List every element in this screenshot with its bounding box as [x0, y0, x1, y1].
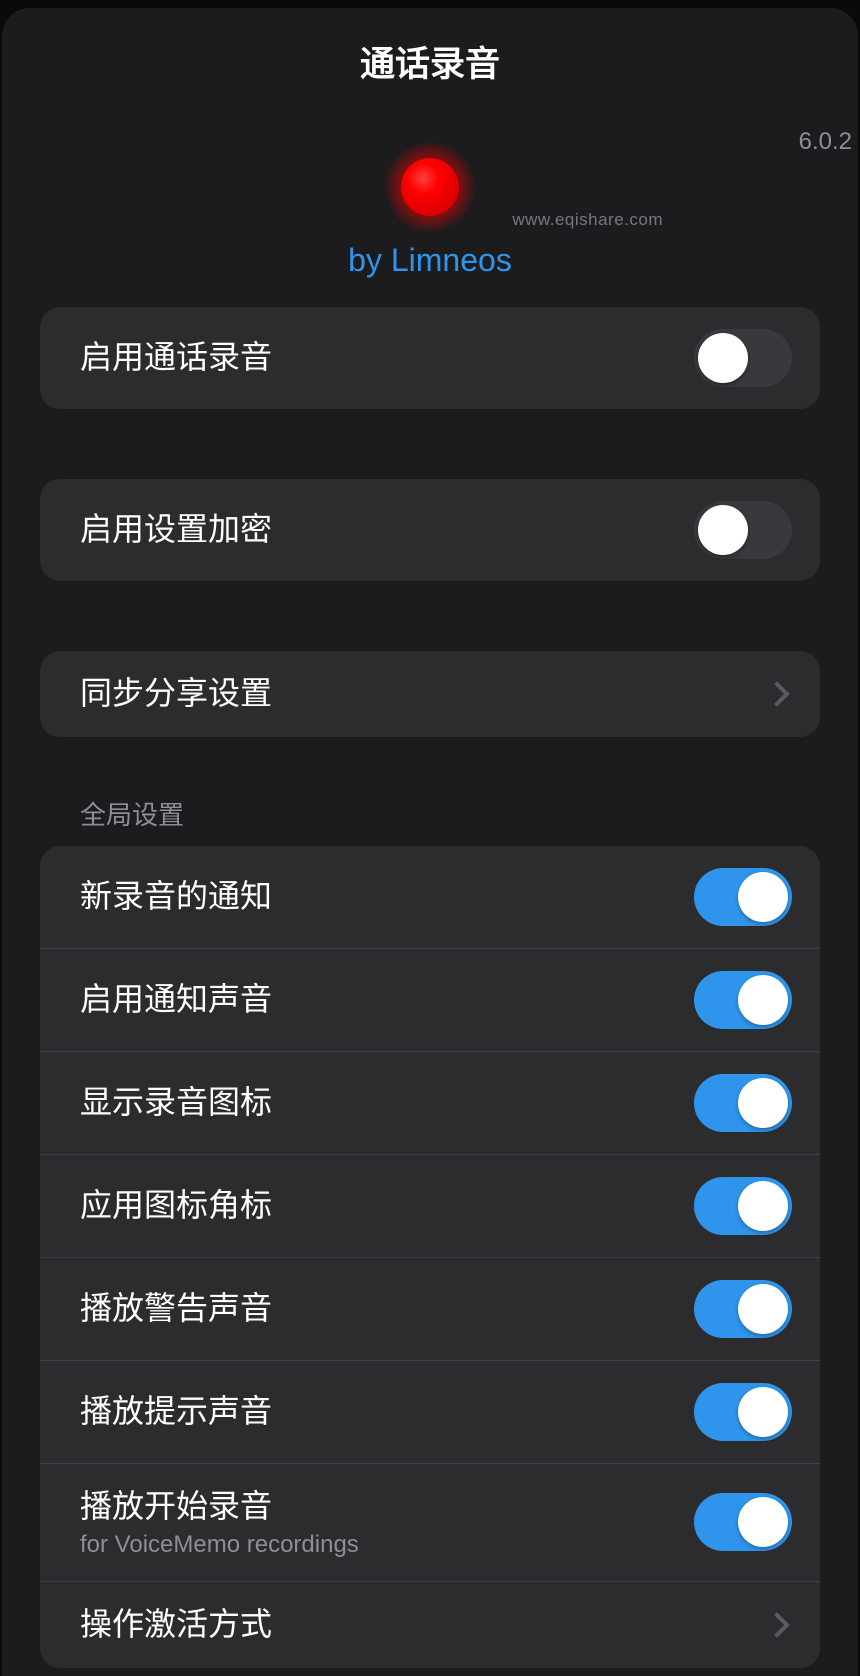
activation-row[interactable]: 操作激活方式: [40, 1581, 820, 1668]
settings-panel: 通话录音 6.0.2 www.eqishare.com by Limneos 启…: [2, 8, 858, 1676]
chevron-right-icon: [764, 1612, 789, 1637]
enable-sound-row: 启用通知声音: [40, 948, 820, 1051]
enable-sound-toggle[interactable]: [694, 971, 792, 1029]
app-badge-label: 应用图标角标: [80, 1185, 272, 1227]
enable-recording-row: 启用通话录音: [40, 307, 820, 409]
logo-section: www.eqishare.com by Limneos: [2, 142, 858, 279]
enable-encryption-label: 启用设置加密: [80, 509, 272, 551]
app-badge-toggle[interactable]: [694, 1177, 792, 1235]
new-recording-notify-toggle[interactable]: [694, 868, 792, 926]
play-prompt-toggle[interactable]: [694, 1383, 792, 1441]
byline-link[interactable]: by Limneos: [2, 242, 858, 279]
enable-recording-label: 启用通话录音: [80, 337, 272, 379]
play-start-toggle[interactable]: [694, 1493, 792, 1551]
new-recording-notify-label: 新录音的通知: [80, 876, 272, 918]
chevron-right-icon: [764, 681, 789, 706]
activation-label: 操作激活方式: [80, 1604, 272, 1646]
enable-recording-toggle[interactable]: [694, 329, 792, 387]
show-icon-toggle[interactable]: [694, 1074, 792, 1132]
sync-share-row[interactable]: 同步分享设置: [40, 651, 820, 737]
page-title: 通话录音: [2, 36, 858, 87]
app-badge-row: 应用图标角标: [40, 1154, 820, 1257]
play-start-sublabel: for VoiceMemo recordings: [80, 1531, 359, 1559]
record-icon: [385, 142, 475, 232]
play-start-label: 播放开始录音: [80, 1486, 359, 1528]
sync-share-label: 同步分享设置: [80, 673, 272, 715]
play-prompt-label: 播放提示声音: [80, 1391, 272, 1433]
enable-sound-label: 启用通知声音: [80, 979, 272, 1021]
play-prompt-row: 播放提示声音: [40, 1360, 820, 1463]
play-warning-label: 播放警告声音: [80, 1288, 272, 1330]
show-icon-row: 显示录音图标: [40, 1051, 820, 1154]
global-section-header: 全局设置: [2, 781, 858, 846]
play-warning-toggle[interactable]: [694, 1280, 792, 1338]
enable-encryption-toggle[interactable]: [694, 501, 792, 559]
show-icon-label: 显示录音图标: [80, 1082, 272, 1124]
play-start-row: 播放开始录音 for VoiceMemo recordings: [40, 1463, 820, 1582]
play-warning-row: 播放警告声音: [40, 1257, 820, 1360]
watermark-text: www.eqishare.com: [512, 210, 663, 230]
new-recording-notify-row: 新录音的通知: [40, 846, 820, 948]
enable-encryption-row: 启用设置加密: [40, 479, 820, 581]
